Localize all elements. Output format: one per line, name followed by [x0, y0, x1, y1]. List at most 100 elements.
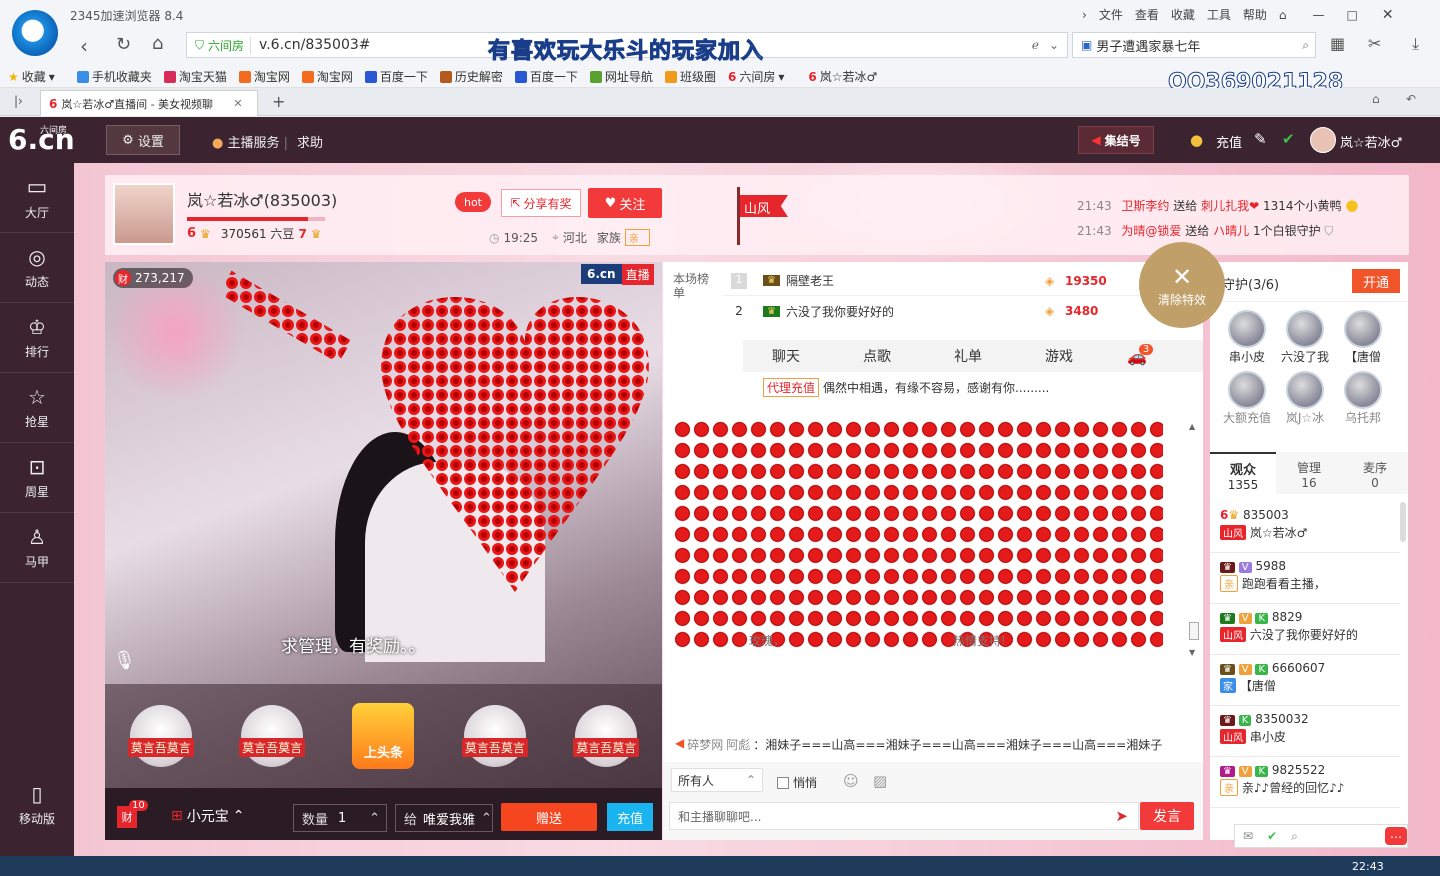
guard-member[interactable]: 乌托邦	[1334, 371, 1392, 426]
nav-rank[interactable]: ♔ 排行	[0, 303, 74, 373]
bookmark-baidu-2[interactable]: 百度一下	[514, 68, 578, 85]
bookmark-class[interactable]: 班级圈	[664, 68, 716, 85]
open-guard-button[interactable]: 开通	[1352, 269, 1400, 293]
guard-member[interactable]: 岚J☆冰	[1276, 371, 1334, 426]
host-avatar[interactable]	[113, 183, 175, 245]
site-logo[interactable]: 6.cn 六间房	[8, 123, 75, 156]
download-icon[interactable]: ⤓	[1412, 34, 1419, 54]
tab-audience[interactable]: 观众 1355	[1210, 452, 1276, 494]
nav-weekly-star[interactable]: ⊡ 周星	[0, 443, 74, 513]
apps-icon[interactable]: ▦	[1330, 34, 1345, 53]
tab-active[interactable]: 6 岚☆若冰♂直播间 - 美女视频聊 ✕	[40, 90, 258, 116]
ranking-row[interactable]: 1 ♛ 隔壁老王 ◈ 19350	[723, 266, 1203, 296]
video-player[interactable]: 财 273,217 6.cn 直播 求管理，有奖励。。 🎙 莫言吾莫言 莫言吾莫…	[105, 262, 662, 788]
share-button[interactable]: ⇱ 分享有奖	[501, 189, 581, 217]
menu-view[interactable]: 查看	[1135, 6, 1159, 23]
new-tab-button[interactable]: +	[272, 92, 285, 111]
recipient-select[interactable]: 给唯爱我雅 ⌃	[395, 804, 493, 832]
search-icon[interactable]: ⌕	[1302, 38, 1309, 53]
sidebar-toggle-icon[interactable]: |›	[14, 94, 23, 108]
bookmark-taobao-2[interactable]: 淘宝网	[301, 68, 353, 85]
guard-member[interactable]: 大额充值	[1218, 371, 1276, 426]
tab-close-icon[interactable]: ✕	[233, 97, 242, 110]
tab-managers[interactable]: 管理 16	[1276, 452, 1342, 494]
notice-tag[interactable]: 代理充值	[763, 378, 820, 397]
tab-gifts[interactable]: 礼单	[925, 346, 1011, 366]
check-icon[interactable]: ✔	[1267, 829, 1277, 843]
bookmark-history[interactable]: 历史解密	[439, 68, 503, 85]
search-box[interactable]: ▣ 男子遭遇家暴七年 ⌕	[1072, 32, 1316, 58]
bookmark-baidu-1[interactable]: 百度一下	[364, 68, 428, 85]
guard-member[interactable]: 串小皮	[1218, 310, 1276, 365]
list-item[interactable]: 6♛ 835003 山风 岚☆若冰♂	[1210, 502, 1400, 553]
url-text[interactable]: v.6.cn/835003#	[259, 37, 370, 53]
chat-bubble-icon[interactable]: …	[1385, 827, 1407, 845]
family-tag[interactable]: 亲	[624, 229, 650, 246]
user-avatar[interactable]	[1310, 127, 1336, 153]
audience-scrollbar[interactable]	[1400, 502, 1406, 542]
list-item[interactable]: ♛ V K 8829 山风 六没了我你要好好的	[1210, 604, 1400, 655]
bookmark-nav[interactable]: 网址导航	[589, 68, 653, 85]
emoji-icon[interactable]: ☺	[843, 772, 859, 790]
menu-arrow-icon[interactable]: ›	[1082, 8, 1087, 22]
list-item[interactable]: ♛ V K 6660607 家 【唐僧	[1210, 655, 1400, 706]
home-icon[interactable]: ⌂	[152, 33, 163, 54]
gift-item[interactable]: 莫言吾莫言	[573, 705, 640, 767]
gift-select[interactable]: ⊞ 小元宝 ⌃	[171, 804, 271, 828]
nav-dynamic[interactable]: ◎ 动态	[0, 233, 74, 303]
mic-icon[interactable]: 🎙	[113, 650, 136, 671]
tab-song[interactable]: 点歌	[829, 346, 925, 366]
nav-mobile[interactable]: ▯ 移动版	[0, 769, 74, 839]
search-engine-icon[interactable]: ▣	[1081, 38, 1092, 52]
menu-help[interactable]: 帮助	[1243, 6, 1267, 23]
chat-input[interactable]: 和主播聊聊吧... ➤	[669, 802, 1139, 830]
list-item[interactable]: ♛ V 5988 亲 跑跑看看主播，	[1210, 553, 1400, 604]
recharge-button[interactable]: 充值	[607, 803, 653, 831]
whisper-checkbox[interactable]: 悄悄	[777, 774, 817, 791]
headline-button[interactable]: 上头条	[352, 703, 415, 769]
scissors-icon[interactable]: ✂	[1368, 34, 1381, 53]
menu-favorites[interactable]: 收藏	[1171, 6, 1195, 23]
list-item[interactable]: ♛ K 8350032 山风 串小皮	[1210, 706, 1400, 757]
search-value[interactable]: 男子遭遇家暴七年	[1096, 36, 1200, 55]
bookmark-mobile[interactable]: 手机收藏夹	[76, 68, 152, 85]
bookmark-room[interactable]: 6 岚☆若冰♂	[808, 68, 877, 85]
zoom-icon[interactable]: ⌕	[1291, 829, 1298, 844]
undo-icon[interactable]: ↶	[1406, 92, 1416, 106]
refresh-icon[interactable]: ↻	[116, 34, 131, 55]
menu-tools[interactable]: 工具	[1207, 6, 1231, 23]
guard-member[interactable]: 六没了我	[1276, 310, 1334, 365]
gift-item[interactable]: 莫言吾莫言	[239, 705, 306, 767]
anchor-service-link[interactable]: ● 主播服务 |	[212, 132, 288, 151]
menu-file[interactable]: 文件	[1099, 6, 1123, 23]
image-icon[interactable]: ▨	[873, 772, 887, 790]
list-item[interactable]: ♛ V K 9825522 亲 亲♪♪曾经的回忆♪♪	[1210, 757, 1400, 808]
nav-hall[interactable]: ▭ 大厅	[0, 163, 74, 233]
back-icon[interactable]: ‹	[80, 34, 88, 58]
gift-item[interactable]: 莫言吾莫言	[127, 705, 194, 767]
minimize-button[interactable]: —	[1313, 8, 1325, 22]
mail-icon[interactable]: ✉	[1243, 829, 1253, 843]
quantity-input[interactable]: 数量 1 ⌃	[293, 804, 387, 832]
send-gift-button[interactable]: 赠送	[501, 803, 597, 831]
clear-effect-button[interactable]: ✕ 清除特效	[1139, 242, 1225, 328]
toolbox-icon[interactable]: ⌂	[1372, 92, 1380, 106]
close-button[interactable]: ✕	[1382, 7, 1394, 23]
tab-games[interactable]: 游戏	[1011, 346, 1107, 366]
help-link[interactable]: 求助	[297, 132, 323, 151]
bookmark-taobao-tmall[interactable]: 淘宝天猫	[163, 68, 227, 85]
gift-item[interactable]: 莫言吾莫言	[461, 705, 528, 767]
follow-button[interactable]: ♥ 关注	[588, 188, 662, 218]
edit-icon[interactable]: ✎	[1254, 130, 1267, 148]
settings-button[interactable]: ⚙ 设置	[106, 125, 180, 155]
chat-scrollbar[interactable]: ▲ ▼	[1189, 422, 1201, 662]
jijie-button[interactable]: ◀ 集结号	[1078, 126, 1154, 154]
send-message-button[interactable]: 发言	[1140, 802, 1194, 830]
recharge-link[interactable]: 充值	[1216, 132, 1242, 151]
user-name[interactable]: 岚☆若冰♂	[1340, 132, 1402, 151]
bookmark-taobao-1[interactable]: 淘宝网	[238, 68, 290, 85]
target-select[interactable]: 所有人 ⌃	[671, 768, 763, 792]
ranking-row[interactable]: 2 ♛ 六没了我你要好好的 ◈ 3480	[723, 296, 1203, 326]
maximize-button[interactable]: □	[1347, 8, 1358, 22]
bookmark-6cn[interactable]: 6 六间房 ▾	[728, 68, 784, 85]
